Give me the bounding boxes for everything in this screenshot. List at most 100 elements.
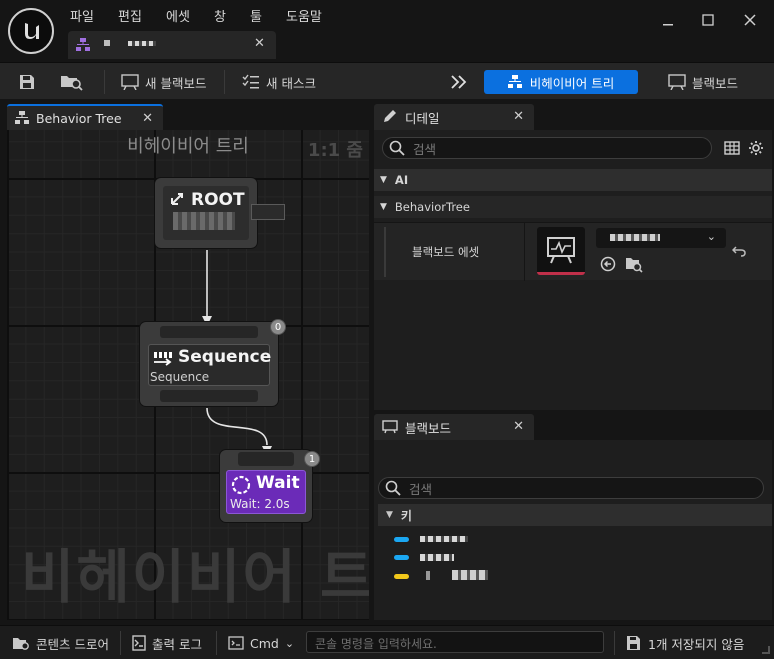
list-item[interactable] — [394, 570, 694, 584]
close-icon[interactable]: ✕ — [513, 109, 524, 124]
blackboard-thumbnail-icon — [547, 236, 575, 263]
tab-blackboard-label: 블랙보드 — [405, 420, 452, 436]
execution-index-badge: 0 — [270, 319, 286, 335]
close-window-icon[interactable] — [740, 10, 760, 30]
status-bar: 콘텐츠 드로어 출력 로그 Cmd ⌄ 콘솔 명령을 입력하세요. 1개 저장되… — [0, 625, 774, 659]
list-item[interactable] — [394, 533, 694, 547]
close-icon[interactable]: ✕ — [513, 419, 524, 434]
key-type-pill — [394, 555, 409, 560]
root-node[interactable]: ROOT — [155, 178, 285, 248]
more-chevron-button[interactable] — [450, 71, 468, 93]
redacted-name — [426, 571, 430, 580]
content-drawer-button[interactable]: 콘텐츠 드로어 — [12, 633, 109, 653]
behavior-tree-mode-label: 비헤이비어 트리 — [529, 75, 615, 91]
console-input[interactable]: 콘솔 명령을 입력하세요. — [306, 631, 604, 653]
root-arrow-icon — [171, 193, 183, 205]
details-search-input[interactable]: 검색 — [382, 137, 712, 159]
redacted-name — [128, 41, 156, 46]
unsaved-label: 1개 저장되지 않음 — [648, 636, 745, 652]
property-row: 블랙보드 에셋 ⌄ — [374, 222, 772, 281]
close-icon[interactable]: ✕ — [254, 36, 265, 51]
title-bar: 파일 편집 에셋 창 툴 도움말 ✕ — [0, 0, 774, 62]
category-ai[interactable]: ▼ AI — [374, 169, 772, 191]
redacted-name — [173, 212, 235, 230]
blackboard-icon — [668, 74, 686, 90]
document-tab[interactable]: ✕ — [68, 31, 276, 59]
search-icon — [385, 480, 401, 496]
unsaved-assets-button[interactable]: 1개 저장되지 않음 — [626, 633, 744, 653]
sequence-node[interactable]: Sequence Sequence 0 — [140, 319, 286, 406]
sequence-node-title: Sequence — [178, 347, 272, 367]
chevron-down-icon: ⌄ — [284, 636, 295, 650]
table-view-icon[interactable] — [724, 140, 740, 156]
category-behaviortree[interactable]: ▼ BehaviorTree — [374, 196, 772, 218]
toolbar: 새 블랙보드 새 태스크 비헤이비어 트리 블랙보드 — [0, 62, 774, 99]
blackboard-icon — [382, 420, 398, 434]
new-task-button[interactable]: 새 태스크 — [242, 71, 316, 93]
keys-category[interactable]: ▼ 키 — [378, 504, 772, 526]
tab-behavior-tree-label: Behavior Tree — [36, 110, 122, 126]
console-placeholder: 콘솔 명령을 입력하세요. — [315, 637, 437, 651]
tab-behavior-tree[interactable]: Behavior Tree ✕ — [7, 104, 163, 130]
maximize-icon[interactable] — [698, 10, 718, 30]
resize-grip[interactable] — [762, 646, 770, 654]
unreal-logo-icon[interactable] — [8, 8, 54, 54]
list-item[interactable] — [394, 551, 694, 565]
unsaved-icon — [627, 636, 640, 650]
tab-details[interactable]: 디테일 ✕ — [374, 104, 534, 130]
menu-asset[interactable]: 에셋 — [166, 6, 190, 25]
content-drawer-label: 콘텐츠 드로어 — [36, 636, 109, 652]
menu-help[interactable]: 도움말 — [286, 6, 322, 25]
use-selected-icon[interactable] — [600, 256, 616, 272]
browse-button[interactable] — [60, 71, 84, 93]
new-task-label: 새 태스크 — [266, 75, 316, 91]
reset-arrow-icon[interactable] — [732, 245, 746, 257]
asset-thumbnail[interactable] — [537, 227, 585, 275]
wait-clock-icon — [231, 475, 251, 495]
blackboard-mode-label: 블랙보드 — [692, 75, 739, 91]
redacted-name — [610, 234, 660, 241]
key-type-pill — [394, 574, 409, 579]
root-node-title: ROOT — [191, 190, 245, 210]
tab-details-label: 디테일 — [405, 110, 440, 126]
blackboard-mode-button[interactable]: 블랙보드 — [668, 71, 738, 93]
wait-node[interactable]: Wait Wait: 2.0s 1 — [220, 450, 320, 522]
menu-tools[interactable]: 툴 — [250, 6, 262, 25]
task-list-icon — [242, 74, 259, 89]
execution-index-badge: 1 — [304, 451, 320, 467]
category-behaviortree-label: BehaviorTree — [394, 200, 470, 214]
graph-canvas[interactable]: 비헤이비어 트리 1:1 줌 비헤이비어 트 ROOT Sequence Seq… — [7, 130, 369, 620]
asset-picker-combo[interactable]: ⌄ — [596, 228, 726, 248]
redacted-name — [420, 536, 468, 542]
close-icon[interactable]: ✕ — [142, 111, 153, 126]
blackboard-icon — [121, 74, 139, 90]
blackboard-search-input[interactable]: 검색 — [378, 477, 764, 499]
browse-folder-icon[interactable] — [625, 255, 643, 273]
blackboard-asset-label: 블랙보드 에셋 — [412, 245, 480, 259]
menu-window[interactable]: 창 — [214, 6, 226, 25]
menu-edit[interactable]: 편집 — [118, 6, 142, 25]
cmd-label: Cmd — [250, 635, 279, 651]
chevron-down-icon: ▼ — [380, 175, 387, 185]
save-button[interactable] — [18, 71, 36, 93]
browse-folder-icon — [61, 76, 83, 91]
output-log-icon — [132, 635, 146, 651]
content-drawer-icon — [13, 638, 29, 650]
redacted-name — [251, 204, 285, 220]
category-ai-label: AI — [394, 173, 409, 187]
tab-blackboard[interactable]: 블랙보드 ✕ — [374, 414, 534, 440]
output-log-button[interactable]: 출력 로그 — [132, 633, 202, 653]
sequence-node-subtitle: Sequence — [150, 370, 210, 384]
minimize-icon[interactable] — [658, 10, 678, 30]
menu-file[interactable]: 파일 — [70, 6, 94, 25]
behavior-tree-asset-icon — [76, 38, 90, 52]
new-blackboard-button[interactable]: 새 블랙보드 — [121, 71, 206, 93]
sequence-icon — [154, 352, 172, 366]
cmd-dropdown[interactable]: Cmd ⌄ — [228, 633, 294, 653]
behavior-tree-mode-button[interactable]: 비헤이비어 트리 — [484, 70, 638, 94]
chevron-down-icon: ▼ — [380, 202, 387, 212]
chevron-down-icon: ⌄ — [706, 230, 716, 243]
gear-icon[interactable] — [748, 140, 764, 156]
save-icon — [20, 75, 34, 89]
details-panel: 검색 ▼ AI ▼ BehaviorTree 블랙보드 에셋 ⌄ — [374, 130, 772, 410]
